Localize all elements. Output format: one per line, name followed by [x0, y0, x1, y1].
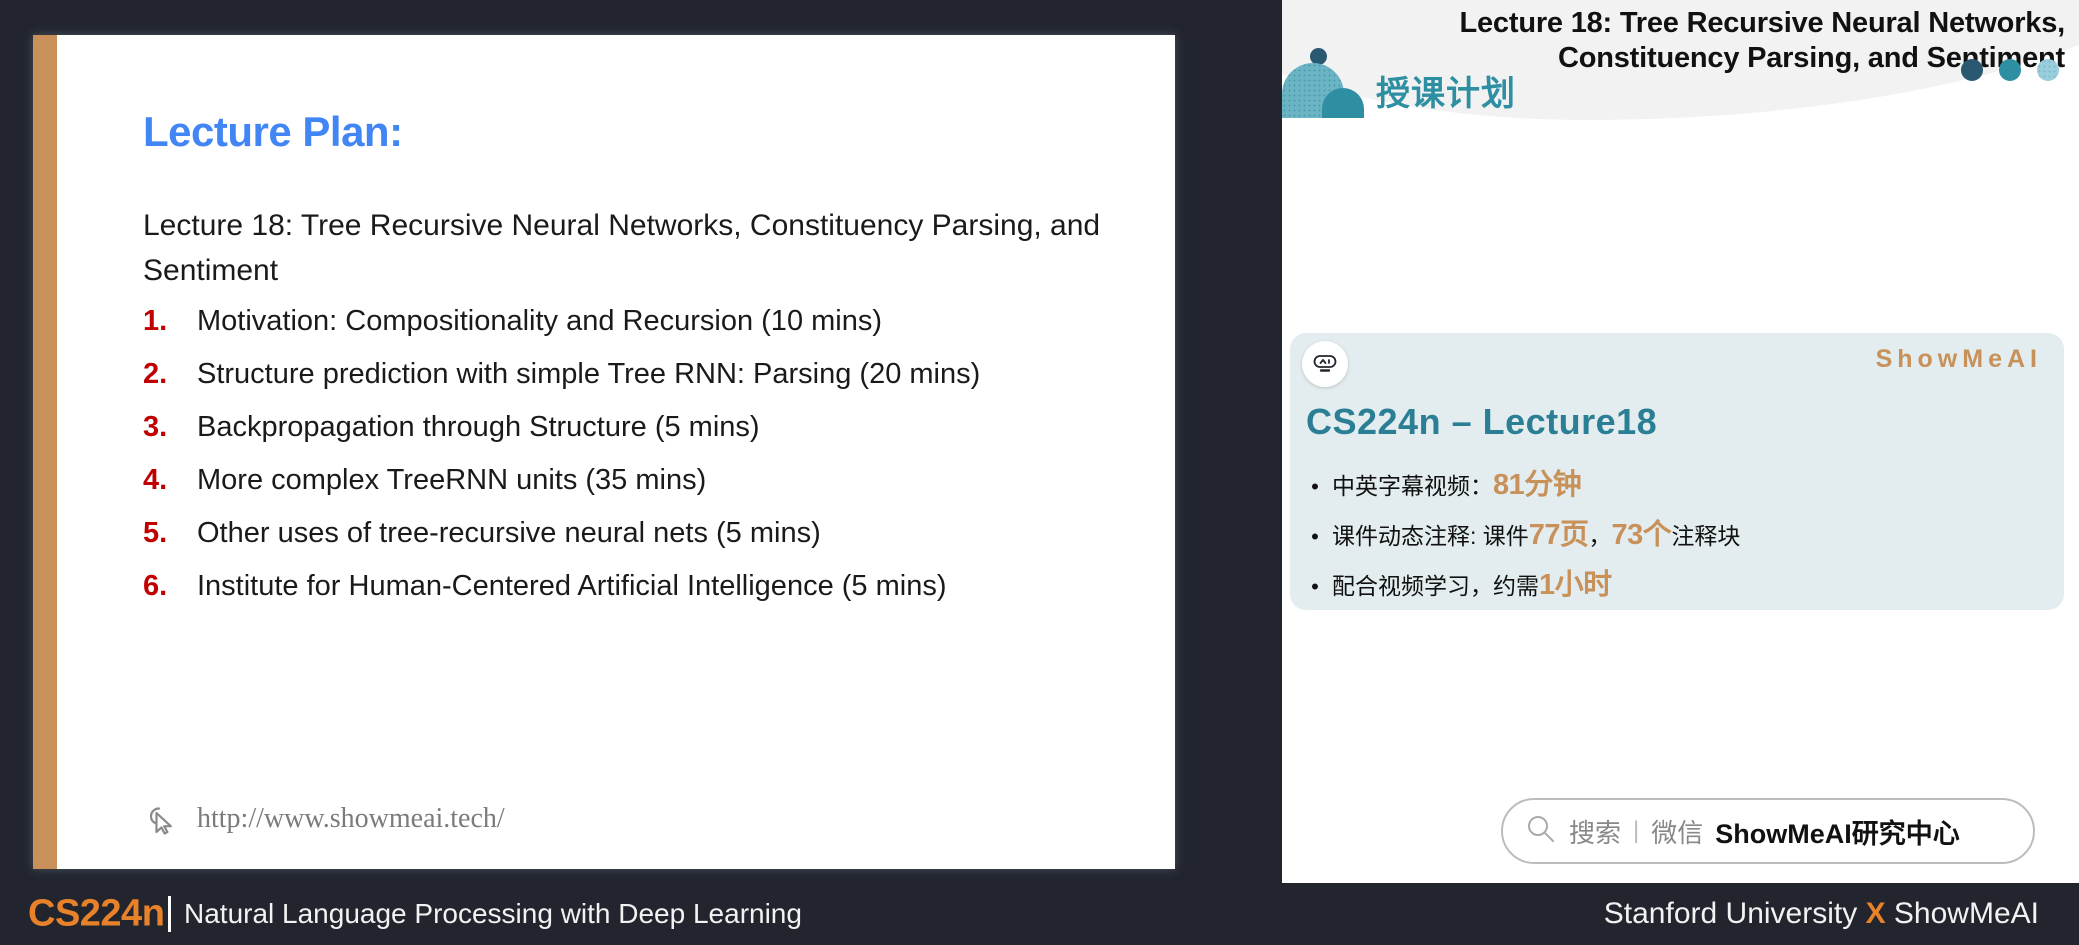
robot-face-icon [1302, 341, 1348, 387]
bullet-dot-icon: • [1311, 524, 1319, 549]
list-item: 5. Other uses of tree-recursive neural n… [143, 519, 1173, 572]
bullet-highlight: 81分钟 [1493, 469, 1582, 501]
card-bullet-list: • 中英字幕视频： 81分钟 • 课件动态注释: 课件 77页 ， 73个 注释… [1298, 461, 2054, 611]
list-item: • 中英字幕视频： 81分钟 [1298, 461, 2054, 511]
bullet-text: 注释块 [1671, 523, 1741, 549]
footer-url-label[interactable]: http://www.showmeai.tech/ [197, 803, 505, 835]
slide-content: Lecture Plan: Lecture 18: Tree Recursive… [107, 35, 1135, 869]
list-item-number: 6. [143, 570, 168, 602]
list-item-label: Other uses of tree-recursive neural nets… [197, 517, 821, 549]
slide-footer: http://www.showmeai.tech/ [143, 799, 505, 839]
bullet-text: 课件动态注释: 课件 [1332, 523, 1529, 549]
list-item-number: 1. [143, 305, 168, 337]
list-item-label: Motivation: Compositionality and Recursi… [197, 305, 883, 337]
slide-viewer: Lecture Plan: Lecture 18: Tree Recursive… [0, 0, 2079, 945]
list-item-label: More complex TreeRNN units (35 mins) [197, 464, 707, 496]
lecture-subtitle: Lecture 18: Tree Recursive Neural Networ… [143, 209, 1101, 287]
brand-label: ShowMeAI [1875, 345, 2042, 373]
bullet-highlight: 73个 [1611, 519, 1672, 551]
search-placeholder-label: 搜索 [1569, 817, 1622, 848]
slide-accent-bar [33, 35, 57, 869]
list-item: 2. Structure prediction with simple Tree… [143, 360, 1173, 413]
bullet-dot-icon: • [1311, 574, 1319, 599]
bullet-highlight: 1小时 [1539, 569, 1612, 601]
wechat-search-bar[interactable]: 搜索 | 微信 ShowMeAI研究中心 [1501, 798, 2035, 864]
page-title: Lecture Plan: [143, 108, 403, 155]
lecture-plan-list: 1. Motivation: Compositionality and Recu… [143, 307, 1173, 625]
list-item: 1. Motivation: Compositionality and Recu… [143, 307, 1173, 360]
dot-medium-icon [1999, 59, 2021, 81]
credit-right-label: ShowMeAI [1893, 897, 2039, 930]
search-separator: | [1633, 817, 1640, 844]
bullet-text: 配合视频学习，约需 [1332, 573, 1539, 599]
bullet-dot-icon: • [1311, 474, 1319, 499]
dot-dark-icon [1961, 59, 1983, 81]
list-item-label: Structure prediction with simple Tree RN… [197, 358, 981, 390]
list-item-number: 5. [143, 517, 168, 549]
list-item: • 课件动态注释: 课件 77页 ， 73个 注释块 [1298, 511, 2054, 561]
panel-section-title: 授课计划 [1376, 75, 1516, 113]
list-item-number: 3. [143, 411, 168, 443]
decorative-dots [1961, 59, 2059, 81]
bullet-highlight: 77页 [1528, 519, 1589, 551]
list-item: 3. Backpropagation through Structure (5 … [143, 413, 1173, 466]
dot-light-icon [2037, 59, 2059, 81]
card-title: CS224n – Lecture18 [1306, 401, 1658, 442]
list-item-number: 4. [143, 464, 168, 496]
slide-canvas: Lecture Plan: Lecture 18: Tree Recursive… [33, 35, 1175, 869]
list-item-label: Institute for Human-Centered Artificial … [197, 570, 947, 602]
course-code-label: CS224n [28, 892, 165, 935]
credit-x-label: X [1865, 897, 1886, 930]
bottom-bar-divider [168, 896, 171, 932]
list-item: • 配合视频学习，约需 1小时 [1298, 561, 2054, 611]
credit-left-label: Stanford University [1603, 897, 1858, 930]
notes-panel: Lecture 18: Tree Recursive Neural Networ… [1282, 0, 2079, 883]
lecture-info-card: ShowMeAI CS224n – Lecture18 • 中英字幕视频： 81… [1290, 333, 2064, 610]
search-channel-label: 微信 [1651, 817, 1704, 848]
bottom-bar: CS224n Natural Language Processing with … [0, 883, 2079, 945]
bullet-text: ， [1588, 523, 1612, 549]
list-item-label: Backpropagation through Structure (5 min… [197, 411, 760, 443]
list-item-number: 2. [143, 358, 168, 390]
search-account-label: ShowMeAI研究中心 [1715, 818, 1960, 849]
list-item: 4. More complex TreeRNN units (35 mins) [143, 466, 1173, 519]
course-name-label: Natural Language Processing with Deep Le… [184, 898, 802, 929]
cursor-arrow-icon [143, 799, 183, 839]
credit-label: Stanford University X ShowMeAI [1604, 897, 2039, 931]
bullet-text: 中英字幕视频： [1332, 473, 1493, 499]
list-item: 6. Institute for Human-Centered Artifici… [143, 572, 1173, 625]
search-icon [1525, 813, 1557, 850]
